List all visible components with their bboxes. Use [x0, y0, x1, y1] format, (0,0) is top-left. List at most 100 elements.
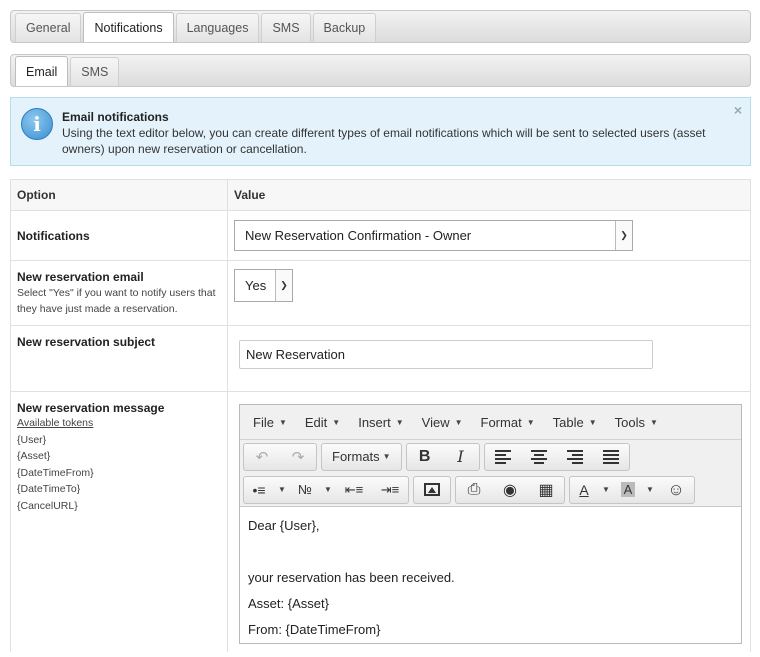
- caret-down-icon: ▼: [602, 485, 610, 494]
- align-center-button[interactable]: [521, 444, 557, 470]
- bullet-list-button[interactable]: •≡: [244, 477, 274, 503]
- caret-down-icon: ▼: [278, 417, 287, 427]
- subject-input[interactable]: New Reservation: [239, 340, 653, 369]
- background-color-button[interactable]: A: [614, 477, 642, 503]
- insert-image-button[interactable]: [414, 477, 450, 503]
- numbered-list-icon: №: [298, 482, 312, 497]
- image-icon: [424, 483, 440, 496]
- subtab-sms[interactable]: SMS: [70, 57, 120, 86]
- numbered-list-dropdown[interactable]: ▼: [320, 477, 336, 503]
- new-reservation-email-label: New reservation email: [17, 270, 144, 284]
- main-tab-bar: General Notifications Languages SMS Back…: [10, 10, 751, 43]
- align-right-button[interactable]: [557, 444, 593, 470]
- content-line: From: {DateTimeFrom}: [248, 622, 381, 637]
- numbered-list-button[interactable]: №: [290, 477, 320, 503]
- editor-toolbar-1: ↶ ↷ Formats ▼ B I: [240, 440, 741, 473]
- message-editor: File ▼ Edit ▼ Insert ▼ View ▼ Format ▼ Table ▼…: [239, 404, 742, 644]
- formats-button[interactable]: Formats ▼: [322, 444, 401, 470]
- chevron-down-icon: ❯: [275, 270, 292, 301]
- eye-icon: ◉: [503, 481, 517, 499]
- info-title: Email notifications: [62, 110, 169, 124]
- indent-button[interactable]: ⇥≡: [372, 477, 408, 503]
- table-row: Notifications New Reservation Confirmati…: [11, 211, 750, 261]
- menu-insert[interactable]: Insert ▼: [349, 415, 412, 430]
- menu-view[interactable]: View ▼: [413, 415, 472, 430]
- italic-button[interactable]: I: [443, 444, 479, 470]
- caret-down-icon: ▼: [646, 485, 654, 494]
- italic-icon: I: [457, 447, 464, 466]
- editor-menubar: File ▼ Edit ▼ Insert ▼ View ▼ Format ▼ Table ▼…: [240, 405, 741, 440]
- notifications-select-value: New Reservation Confirmation - Owner: [245, 228, 472, 243]
- menu-edit[interactable]: Edit ▼: [296, 415, 349, 430]
- column-header-option: Option: [11, 180, 228, 210]
- tab-backup[interactable]: Backup: [312, 13, 377, 42]
- preview-button[interactable]: ◉: [492, 477, 528, 503]
- menu-table[interactable]: Table ▼: [544, 415, 606, 430]
- text-color-button[interactable]: A: [570, 477, 598, 503]
- tab-notifications[interactable]: Notifications: [83, 12, 174, 42]
- info-text: Using the text editor below, you can cre…: [62, 126, 706, 156]
- close-icon[interactable]: ×: [734, 102, 742, 118]
- table-row: New reservation subject New Reservation: [11, 326, 750, 392]
- column-header-value: Value: [234, 188, 266, 202]
- new-reservation-email-select[interactable]: Yes ❯: [234, 269, 293, 302]
- caret-down-icon: ▼: [332, 417, 341, 427]
- emoticons-button[interactable]: ☺: [658, 477, 694, 503]
- redo-button[interactable]: ↷: [280, 444, 316, 470]
- token-asset: {Asset}: [17, 450, 51, 462]
- print-icon: ⎙: [467, 480, 481, 498]
- new-reservation-email-hint: Select "Yes" if you want to notify users…: [17, 287, 216, 315]
- new-reservation-subject-label: New reservation subject: [17, 335, 156, 349]
- caret-down-icon: ▼: [278, 485, 286, 494]
- text-color-dropdown[interactable]: ▼: [598, 477, 614, 503]
- smiley-icon: ☺: [667, 479, 685, 499]
- align-left-icon: [494, 449, 511, 464]
- menu-format[interactable]: Format ▼: [472, 415, 544, 430]
- film-icon: ▦: [538, 481, 554, 499]
- info-icon: i: [21, 108, 53, 140]
- token-user: {User}: [17, 433, 47, 446]
- menu-tools[interactable]: Tools ▼: [606, 415, 667, 430]
- token-datetime-from: {DateTimeFrom}: [17, 466, 94, 479]
- chevron-down-icon: ❯: [615, 221, 632, 250]
- undo-icon: ↶: [255, 448, 269, 466]
- tab-general[interactable]: General: [15, 13, 82, 42]
- subtab-email[interactable]: Email: [15, 56, 69, 86]
- media-button[interactable]: ▦: [528, 477, 564, 503]
- bold-button[interactable]: B: [407, 444, 443, 470]
- print-button[interactable]: ⎙: [456, 477, 492, 503]
- undo-button[interactable]: ↶: [244, 444, 280, 470]
- editor-toolbar-2: •≡ ▼ № ▼ ⇤≡ ⇥≡ ⎙ ◉ ▦ A ▼ A ▼ ☺: [240, 473, 741, 507]
- justify-icon: [602, 449, 619, 464]
- editor-content[interactable]: Dear {User}, your reservation has been r…: [240, 507, 741, 657]
- caret-down-icon: ▼: [382, 452, 391, 461]
- caret-down-icon: ▼: [324, 485, 332, 494]
- tokens-list: Available tokens {User} {Asset} {DateTim…: [17, 415, 221, 514]
- new-reservation-message-label: New reservation message: [17, 401, 165, 415]
- content-line: your reservation has been received.: [248, 570, 455, 585]
- menu-file[interactable]: File ▼: [244, 415, 296, 430]
- table-header: Option Value: [11, 180, 750, 211]
- table-row: New reservation email Select "Yes" if yo…: [11, 261, 750, 326]
- align-right-icon: [566, 449, 583, 464]
- bullet-list-dropdown[interactable]: ▼: [274, 477, 290, 503]
- bold-icon: B: [418, 447, 431, 465]
- info-box: i Email notifications Using the text edi…: [10, 97, 751, 166]
- bullet-list-icon: •≡: [252, 481, 266, 498]
- caret-down-icon: ▼: [649, 417, 658, 427]
- background-color-icon: A: [620, 482, 636, 497]
- align-left-button[interactable]: [485, 444, 521, 470]
- redo-icon: ↷: [291, 448, 305, 466]
- background-color-dropdown[interactable]: ▼: [642, 477, 658, 503]
- text-color-icon: A: [579, 481, 589, 498]
- caret-down-icon: ▼: [454, 417, 463, 427]
- outdent-button[interactable]: ⇤≡: [336, 477, 372, 503]
- justify-button[interactable]: [593, 444, 629, 470]
- tab-sms[interactable]: SMS: [261, 13, 311, 42]
- new-reservation-email-value: Yes: [245, 278, 267, 293]
- indent-icon: ⇥≡: [380, 481, 400, 497]
- outdent-icon: ⇤≡: [344, 481, 364, 497]
- notifications-select[interactable]: New Reservation Confirmation - Owner ❯: [234, 220, 633, 251]
- tab-languages[interactable]: Languages: [175, 13, 260, 42]
- caret-down-icon: ▼: [526, 417, 535, 427]
